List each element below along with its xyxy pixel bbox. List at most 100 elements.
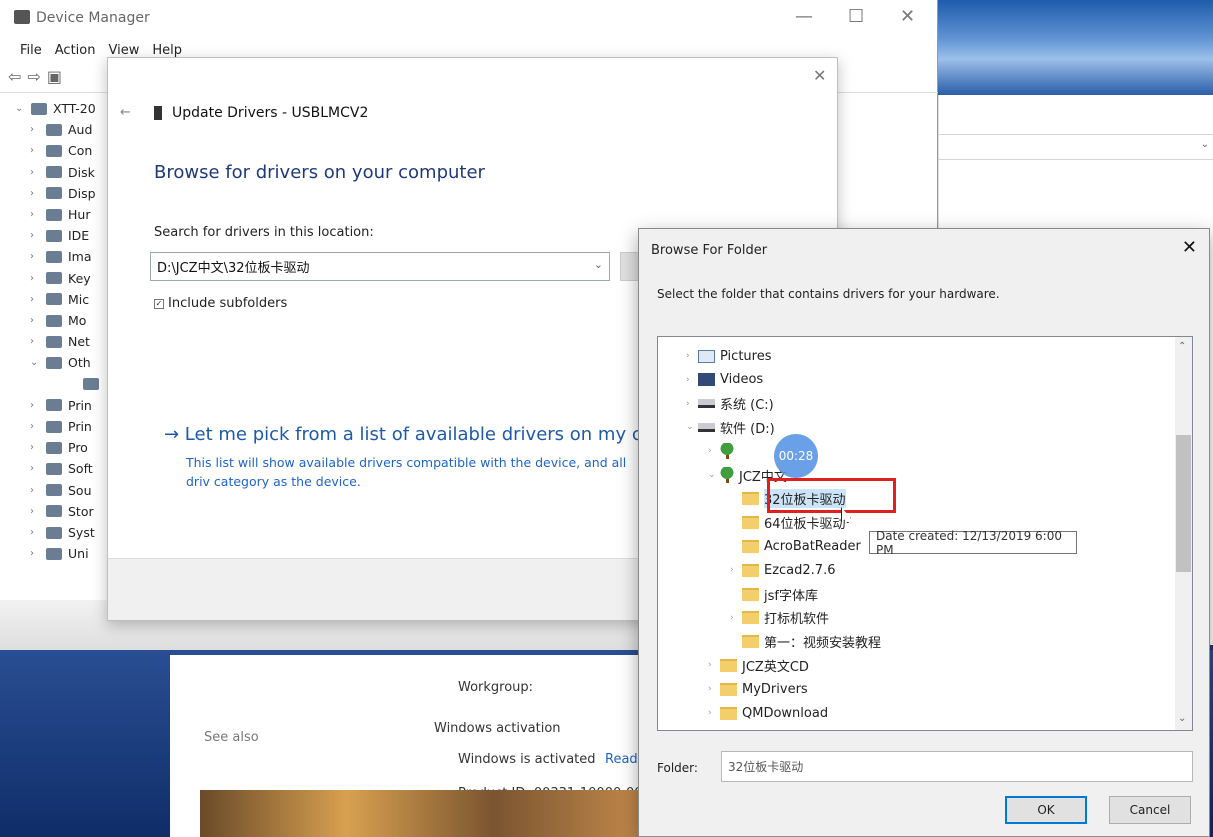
chevron-icon[interactable]: › (30, 294, 40, 305)
folder-row[interactable]: 第一：视频安装教程 (730, 630, 881, 654)
folder-label: Folder: (657, 761, 698, 775)
folder-row[interactable]: › 系统 (C:) (686, 392, 774, 416)
folder-row[interactable]: AcroBatReader (730, 534, 861, 558)
search-location-label: Search for drivers in this location: (154, 225, 374, 240)
chevron-down-icon[interactable]: ⌄ (594, 258, 603, 271)
tree-icon (720, 467, 734, 483)
chevron-icon[interactable]: › (30, 421, 40, 432)
folder-icon (742, 516, 759, 530)
read-link[interactable]: Read (605, 752, 638, 767)
chevron-icon[interactable]: › (30, 209, 40, 220)
close-icon[interactable]: ✕ (1182, 237, 1197, 258)
folder-row[interactable]: 64位板卡驱动 (730, 511, 846, 535)
chevron-icon[interactable]: › (30, 188, 40, 199)
maximize-button[interactable]: ☐ (848, 6, 864, 27)
menu-file[interactable]: File (20, 43, 42, 58)
expand-chevron-icon[interactable]: › (708, 708, 720, 718)
folder-label: Pictures (720, 348, 772, 364)
ok-button[interactable]: OK (1005, 796, 1087, 824)
chevron-icon[interactable]: › (30, 506, 40, 517)
chevron-icon[interactable]: › (30, 273, 40, 284)
chevron-down-icon[interactable]: ⌄ (1201, 139, 1209, 150)
expand-chevron-icon[interactable]: › (708, 446, 720, 456)
folder-input[interactable]: 32位板卡驱动 (721, 751, 1193, 782)
forward-arrow-icon[interactable]: ⇨ (27, 67, 46, 86)
back-arrow-icon[interactable]: ⇦ (8, 67, 27, 86)
folder-row[interactable]: › 打标机软件 (730, 606, 829, 630)
chevron-icon[interactable]: › (30, 548, 40, 559)
pick-driver-link[interactable]: → Let me pick from a list of available d… (164, 424, 693, 445)
device-icon (46, 505, 62, 518)
folder-row[interactable]: jsf字体库 (730, 582, 818, 606)
device-category-label: Syst (68, 525, 95, 540)
chevron-icon[interactable]: ⌄ (30, 357, 40, 368)
chevron-icon[interactable]: › (30, 463, 40, 474)
expand-chevron-icon[interactable]: › (708, 684, 720, 694)
folder-row[interactable]: › QMDownload (708, 701, 828, 725)
chevron-icon[interactable]: › (30, 336, 40, 347)
device-category-label: IDE (68, 228, 90, 244)
system-window-address-bar: ⌄ (938, 134, 1213, 160)
expand-chevron-icon[interactable]: › (730, 613, 742, 623)
expand-chevron-icon[interactable]: ⌄ (686, 422, 698, 432)
chevron-icon[interactable]: › (30, 145, 40, 156)
folder-row[interactable]: › MyDrivers (708, 677, 808, 701)
folder-label: Ezcad2.7.6 (764, 562, 836, 578)
expand-chevron-icon[interactable]: › (686, 351, 698, 361)
chevron-icon[interactable]: › (30, 251, 40, 262)
menu-view[interactable]: View (108, 43, 139, 58)
folder-row[interactable]: › Videos (686, 368, 763, 392)
pick-driver-description: This list will show available drivers co… (186, 455, 627, 489)
device-icon (46, 166, 62, 179)
folder-row[interactable]: ⌄ 软件 (D:) (686, 415, 775, 439)
chevron-icon[interactable]: ⌄ (15, 103, 25, 114)
chevron-icon[interactable]: › (30, 442, 40, 453)
vertical-scrollbar[interactable]: ⌃ ⌄ (1175, 337, 1192, 730)
menu-bar: File Action View Help (20, 43, 195, 58)
driver-path-value: D:\JCZ中文\32位板卡驱动 (157, 261, 310, 276)
cancel-button[interactable]: Cancel (1109, 796, 1191, 824)
folder-label: QMDownload (742, 705, 829, 721)
driver-path-combobox[interactable]: D:\JCZ中文\32位板卡驱动 ⌄ (150, 252, 610, 281)
folder-label: 64位板卡驱动 (764, 517, 846, 533)
expand-chevron-icon[interactable]: › (686, 375, 698, 385)
folder-row[interactable]: › Ezcad2.7.6 (730, 558, 835, 582)
scroll-down-icon[interactable]: ⌄ (1178, 713, 1186, 724)
chevron-icon[interactable]: › (30, 400, 40, 411)
properties-icon[interactable]: ▣ (47, 67, 68, 86)
device-category-0[interactable]: ⌄ XTT-20 (15, 98, 115, 119)
folder-icon (742, 611, 759, 625)
device-category-label: Oth (68, 355, 91, 371)
expand-chevron-icon[interactable]: › (730, 565, 742, 575)
close-button[interactable]: ✕ (900, 6, 915, 27)
device-icon (46, 547, 62, 560)
chevron-icon[interactable]: › (30, 230, 40, 241)
close-icon[interactable]: ✕ (813, 66, 826, 85)
chevron-icon[interactable]: › (30, 124, 40, 135)
device-category-label: XTT-20 (53, 101, 96, 116)
device-category-label: Mo (68, 313, 87, 328)
folder-row[interactable]: › (708, 439, 739, 463)
toolbar: ⇦⇨▣ (8, 67, 68, 86)
include-subfolders-checkbox[interactable]: ✓ Include subfolders (154, 296, 287, 311)
chevron-icon[interactable]: › (30, 167, 40, 178)
expand-chevron-icon[interactable]: › (686, 399, 698, 409)
folder-row[interactable]: › Pictures (686, 344, 771, 368)
minimize-button[interactable]: — (795, 6, 813, 27)
scrollbar-thumb[interactable] (1176, 435, 1191, 572)
device-category-label: Hur (68, 207, 91, 222)
expand-chevron-icon[interactable]: ⌄ (708, 470, 720, 480)
folder-row[interactable]: › JCZ英文CD (708, 653, 809, 677)
menu-action[interactable]: Action (55, 43, 96, 58)
device-icon (46, 462, 62, 475)
chevron-icon[interactable]: › (30, 485, 40, 496)
expand-chevron-icon[interactable]: › (708, 660, 720, 670)
wallpaper-rock (200, 790, 640, 837)
back-arrow-icon[interactable]: ← (120, 105, 131, 120)
chevron-icon[interactable]: › (30, 527, 40, 538)
menu-help[interactable]: Help (152, 43, 182, 58)
scroll-up-icon[interactable]: ⌃ (1178, 341, 1186, 352)
chevron-icon[interactable]: › (30, 315, 40, 326)
checkbox-checked-icon[interactable]: ✓ (154, 298, 164, 309)
device-category-label: Uni (68, 546, 89, 562)
